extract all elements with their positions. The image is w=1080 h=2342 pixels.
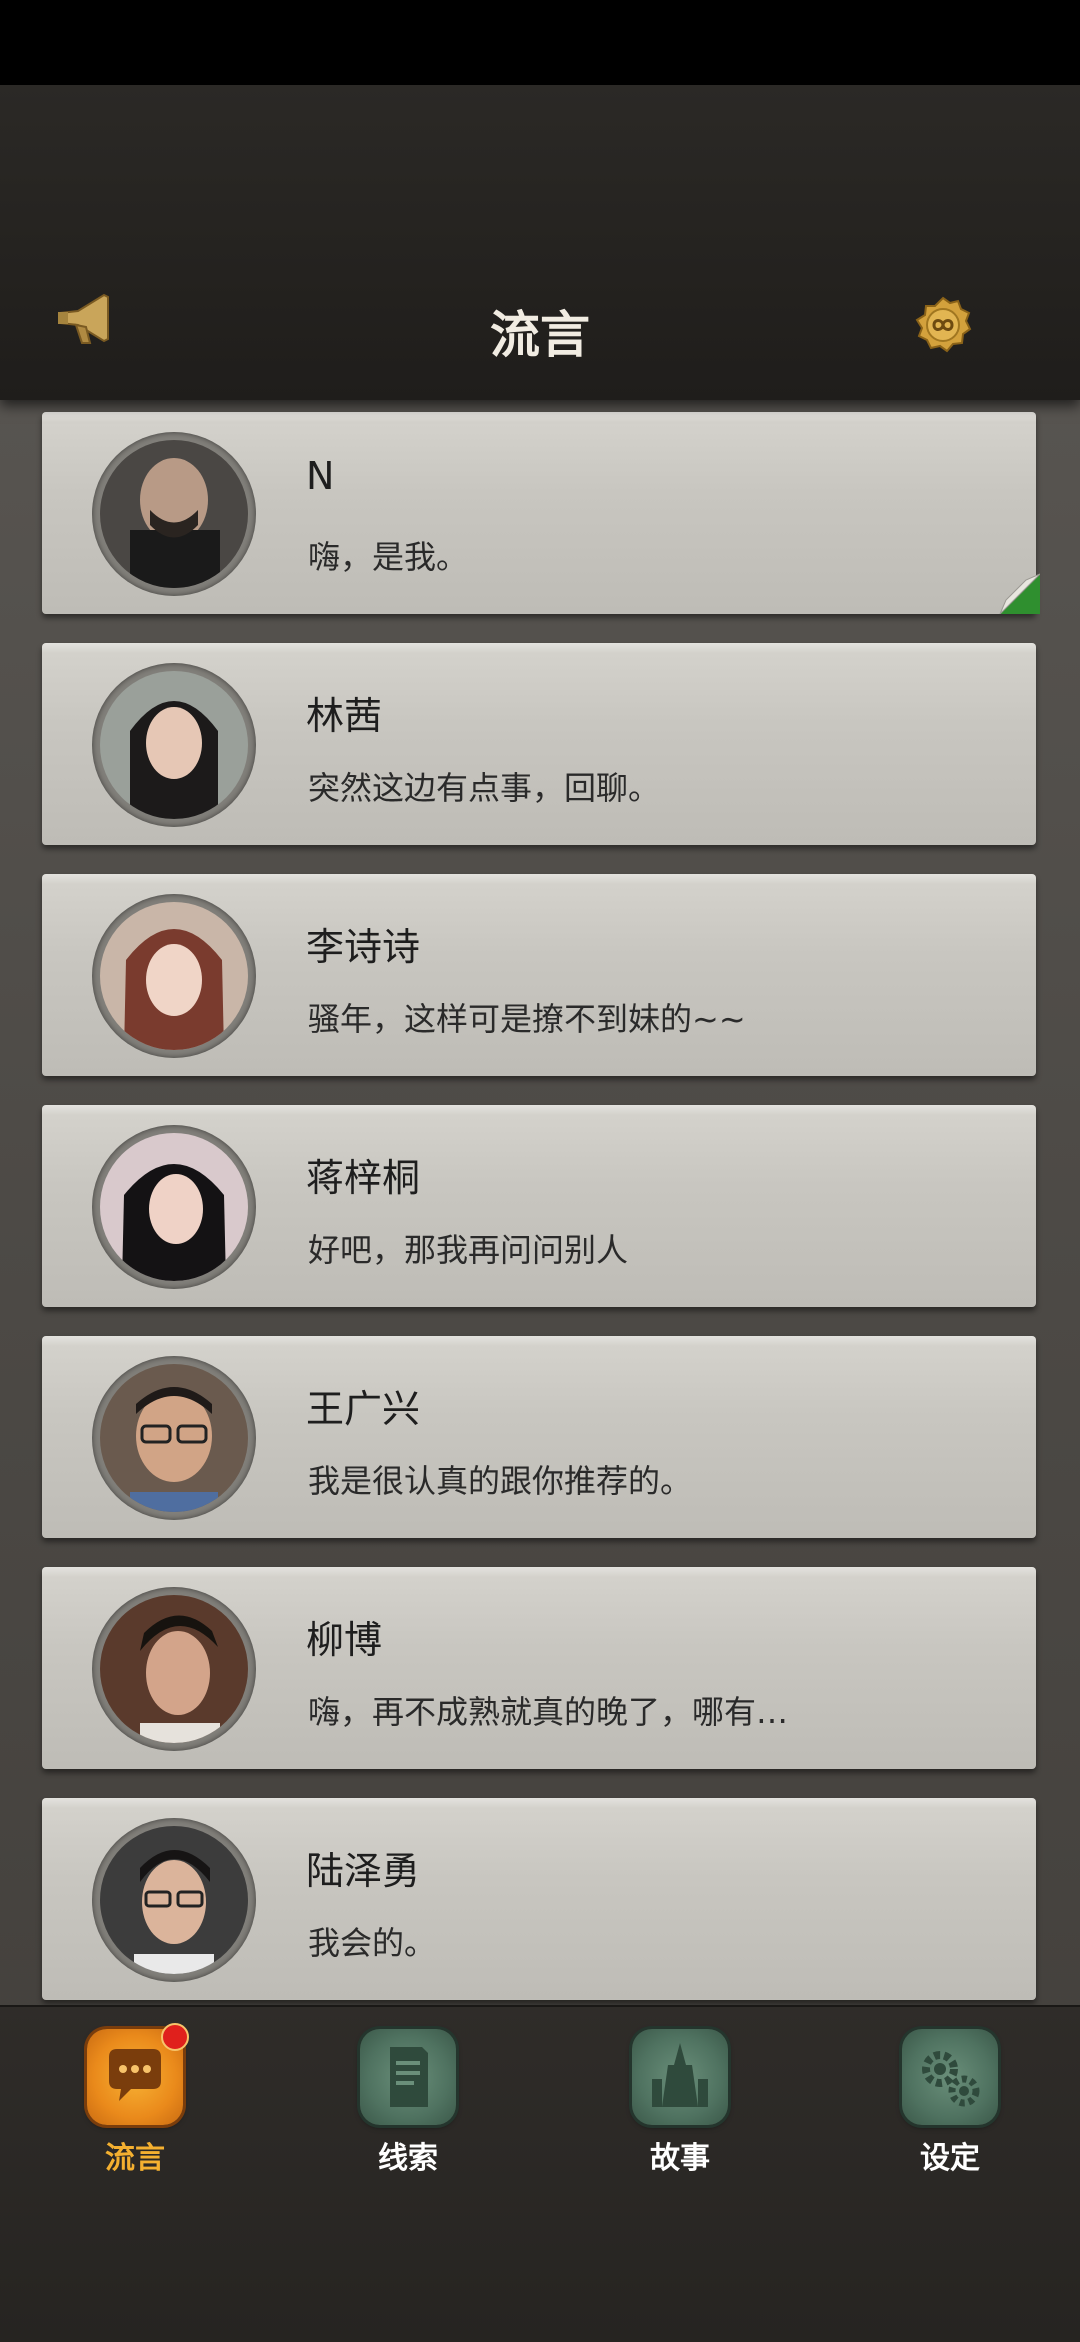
tab-label: 故事 [650,2141,710,2176]
contact-name: N [306,454,335,498]
contact-name: 陆泽勇 [306,1849,421,1893]
avatar-frame [92,1125,256,1289]
tab-label: 流言 [105,2141,165,2176]
contact-name: 蒋梓桐 [306,1156,421,1200]
avatar [100,902,248,1050]
avatar [100,1826,248,1974]
avatar-frame [92,894,256,1058]
castle-icon [632,2029,728,2125]
bottom-tab-bar: 流言 线索 故事 设定 [0,2005,1080,2342]
last-message: 骚年，这样可是撩不到妹的~~ [308,1000,746,1038]
last-message: 我是很认真的跟你推荐的。 [308,1462,693,1500]
contact-name: 李诗诗 [306,925,421,969]
tab-story[interactable]: 故事 [610,2029,750,2179]
avatar [100,1133,248,1281]
last-message: 突然这边有点事，回聊。 [308,769,661,807]
unread-corner-icon [996,570,1041,615]
conversation-list[interactable]: N 嗨，是我。 林茜 突然这边有点事，回聊。 李诗诗 骚年，这样可是撩不到妹的~… [0,400,1080,2005]
last-message: 我会的。 [308,1924,437,1962]
avatar-frame [92,432,256,596]
tab-label: 线索 [378,2141,438,2176]
status-bar [0,0,1080,85]
avatar [100,671,248,819]
avatar [100,1595,248,1743]
conversation-item[interactable]: 陆泽勇 我会的。 [42,1798,1036,2000]
avatar-frame [92,1818,256,1982]
conversation-item[interactable]: 柳博 嗨，再不成熟就真的晚了，哪有… [42,1567,1036,1769]
conversation-item[interactable]: 李诗诗 骚年，这样可是撩不到妹的~~ [42,874,1036,1076]
last-message: 嗨，是我。 [308,538,469,576]
chat-bubble-icon [87,2023,189,2125]
contact-name: 王广兴 [306,1387,421,1431]
conversation-item[interactable]: N 嗨，是我。 [42,412,1041,615]
contact-name: 林茜 [306,694,383,738]
conversation-item[interactable]: 林茜 突然这边有点事，回聊。 [42,643,1036,845]
conversation-item[interactable]: 蒋梓桐 好吧，那我再问问别人 [42,1105,1036,1307]
gears-icon [902,2029,998,2125]
tab-settings[interactable]: 设定 [880,2029,1020,2179]
avatar-frame [92,663,256,827]
tab-rumors[interactable]: 流言 [65,2023,205,2179]
gold-coin-icon[interactable] [914,296,972,354]
avatar-frame [92,1356,256,1520]
avatar [100,1364,248,1512]
last-message: 嗨，再不成熟就真的晚了，哪有… [308,1693,789,1731]
conversation-item[interactable]: 王广兴 我是很认真的跟你推荐的。 [42,1336,1036,1538]
tab-label: 设定 [920,2141,980,2176]
tab-clues[interactable]: 线索 [338,2029,478,2179]
notification-badge [161,2023,189,2051]
avatar [100,440,248,588]
contact-name: 柳博 [306,1618,383,1662]
last-message: 好吧，那我再问问别人 [308,1231,629,1269]
document-icon [360,2029,456,2125]
avatar-frame [92,1587,256,1751]
